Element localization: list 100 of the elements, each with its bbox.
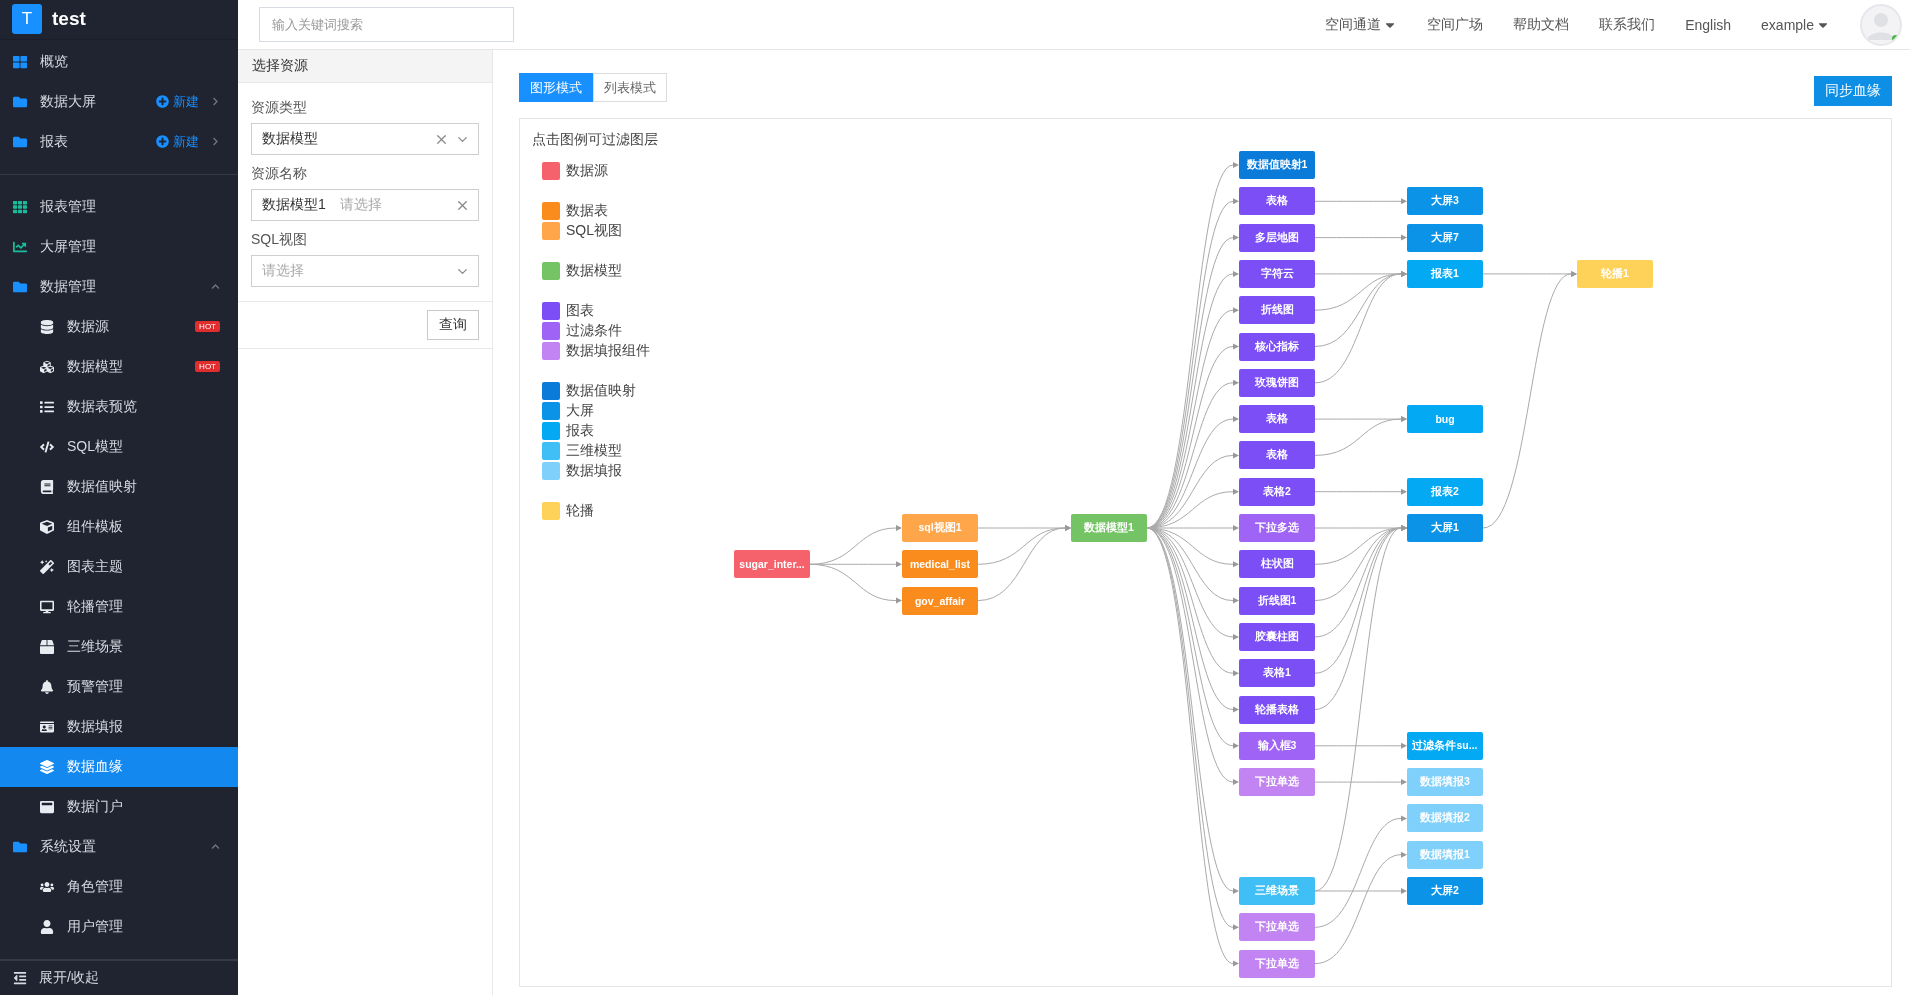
lineage-node[interactable]: 大屏3 — [1407, 187, 1483, 216]
lineage-node[interactable]: 表格 — [1239, 187, 1315, 216]
mode-tab[interactable]: 图形模式 — [519, 73, 593, 102]
legend-label[interactable]: 大屏 — [566, 402, 594, 420]
sidebar-item[interactable]: 报表管理 — [0, 186, 238, 227]
legend-swatch[interactable] — [542, 462, 560, 480]
lineage-node[interactable]: 大屏7 — [1407, 223, 1483, 252]
nav-link[interactable]: English — [1685, 16, 1732, 33]
multi-select-field[interactable]: 数据模型1 请选择 — [251, 189, 479, 221]
sidebar-item[interactable]: 数据源 HOT — [0, 306, 238, 347]
legend-label[interactable]: 报表 — [566, 422, 594, 440]
hot-tag: HOT — [195, 361, 220, 373]
legend-label[interactable]: 数据模型 — [566, 262, 622, 280]
legend-swatch[interactable] — [542, 382, 560, 400]
sync-button[interactable]: 同步血缘 — [1814, 76, 1892, 106]
legend-label[interactable]: 数据填报 — [566, 462, 622, 480]
lineage-node[interactable]: 表格 — [1239, 441, 1315, 470]
logo: T — [12, 4, 42, 35]
legend-label[interactable]: 数据源 — [566, 162, 608, 180]
legend-label[interactable]: 数据表 — [566, 202, 608, 220]
sidebar-item[interactable]: 大屏管理 — [0, 226, 238, 267]
lineage-node[interactable]: 数据值映射1 — [1239, 151, 1315, 179]
lineage-node[interactable]: 大屏2 — [1407, 877, 1483, 905]
nav-link[interactable]: 联系我们 — [1599, 15, 1656, 34]
hot-tag: HOT — [195, 321, 220, 333]
sidebar-item[interactable]: 数据表预览 — [0, 386, 238, 427]
select-field[interactable]: 数据模型 — [251, 123, 479, 155]
new-link[interactable]: 新建 — [156, 132, 199, 151]
lineage-node[interactable]: 下拉多选 — [1239, 514, 1315, 542]
menu-icon — [40, 919, 55, 934]
legend-swatch[interactable] — [542, 262, 560, 280]
lineage-node[interactable]: 轮播表格 — [1239, 695, 1315, 724]
sidebar-item[interactable]: 概览 — [0, 41, 238, 82]
lineage-node[interactable]: 玫瑰饼图 — [1239, 368, 1315, 397]
legend-swatch[interactable] — [542, 162, 560, 180]
legend-swatch[interactable] — [542, 422, 560, 440]
legend-label[interactable]: 过滤条件 — [566, 322, 622, 340]
legend-swatch[interactable] — [542, 342, 560, 360]
menu-icon — [40, 759, 55, 774]
search-field[interactable]: 输入关键词搜索 — [259, 7, 514, 42]
sidebar-item[interactable]: 数据值映射 — [0, 466, 238, 507]
lineage-node[interactable]: 柱状图 — [1239, 550, 1315, 579]
legend-label[interactable]: 轮播 — [566, 502, 594, 520]
sidebar-item[interactable]: 预警管理 — [0, 666, 238, 707]
legend-swatch[interactable] — [542, 442, 560, 460]
new-link[interactable]: 新建 — [156, 92, 199, 111]
lineage-node[interactable]: 折线图 — [1239, 296, 1315, 325]
lineage-node[interactable]: 核心指标 — [1239, 332, 1315, 361]
sidebar-item[interactable]: 系统设置 — [0, 826, 238, 867]
lineage-node[interactable]: 字符云 — [1239, 259, 1315, 288]
lineage-node[interactable]: 多层地图 — [1239, 223, 1315, 252]
legend-swatch[interactable] — [542, 502, 560, 520]
legend-swatch[interactable] — [542, 202, 560, 220]
menu-icon — [13, 199, 28, 214]
lineage-node[interactable]: 表格1 — [1239, 659, 1315, 688]
legend-hint: 点击图例可过滤图层 — [532, 131, 658, 149]
legend-label[interactable]: SQL视图 — [566, 222, 622, 240]
nav-link[interactable]: 空间通道 — [1325, 15, 1398, 34]
sidebar-item[interactable]: 数据管理 — [0, 266, 238, 307]
query-button[interactable]: 查询 — [427, 310, 479, 340]
sidebar-item[interactable]: 数据模型 HOT — [0, 346, 238, 387]
legend-swatch[interactable] — [542, 322, 560, 340]
lineage-node[interactable]: 胶囊柱图 — [1239, 622, 1315, 651]
menu-icon — [40, 559, 55, 574]
lineage-node[interactable]: 输入框3 — [1239, 731, 1315, 760]
lineage-node[interactable]: 表格2 — [1239, 477, 1315, 506]
menu-icon — [40, 679, 55, 694]
legend-label[interactable]: 数据填报组件 — [566, 342, 650, 360]
sidebar-item[interactable]: 轮播管理 — [0, 586, 238, 627]
user-avatar[interactable] — [1860, 3, 1902, 46]
legend-label[interactable]: 三维模型 — [566, 442, 622, 460]
sidebar-item[interactable]: 组件模板 — [0, 506, 238, 547]
sidebar-item[interactable]: 数据门户 — [0, 786, 238, 827]
collapse-toggle[interactable]: 展开/收起 — [0, 959, 238, 995]
lineage-node[interactable]: 折线图1 — [1239, 586, 1315, 615]
sidebar-item[interactable]: 用户管理 — [0, 906, 238, 947]
sidebar-item[interactable]: 图表主题 — [0, 546, 238, 587]
sidebar-item[interactable]: 数据血缘 — [0, 746, 238, 787]
legend-swatch[interactable] — [542, 302, 560, 320]
legend-swatch[interactable] — [542, 402, 560, 420]
menu-icon — [40, 639, 55, 654]
nav-link[interactable]: 空间广场 — [1427, 15, 1484, 34]
sidebar-item[interactable]: SQL模型 — [0, 426, 238, 467]
menu-icon — [13, 839, 28, 854]
sidebar-item[interactable]: 三维场景 — [0, 626, 238, 667]
menu-icon — [40, 479, 55, 494]
legend-label[interactable]: 数据值映射 — [566, 382, 636, 400]
sidebar-item[interactable]: 角色管理 — [0, 866, 238, 907]
nav-link[interactable]: 帮助文档 — [1513, 15, 1570, 34]
nav-link[interactable]: example — [1761, 16, 1830, 33]
lineage-node[interactable]: 表格 — [1239, 405, 1315, 434]
menu-icon — [40, 439, 55, 454]
legend-label[interactable]: 图表 — [566, 302, 594, 320]
sidebar-item[interactable]: 报表 新建 — [0, 121, 238, 162]
mode-tab[interactable]: 列表模式 — [593, 73, 667, 102]
lineage-node[interactable]: 大屏1 — [1407, 514, 1483, 542]
legend-swatch[interactable] — [542, 222, 560, 240]
sidebar-item[interactable]: 数据大屏 新建 — [0, 81, 238, 122]
panel-title: 选择资源 — [238, 50, 492, 83]
sidebar-item[interactable]: 数据填报 — [0, 706, 238, 747]
